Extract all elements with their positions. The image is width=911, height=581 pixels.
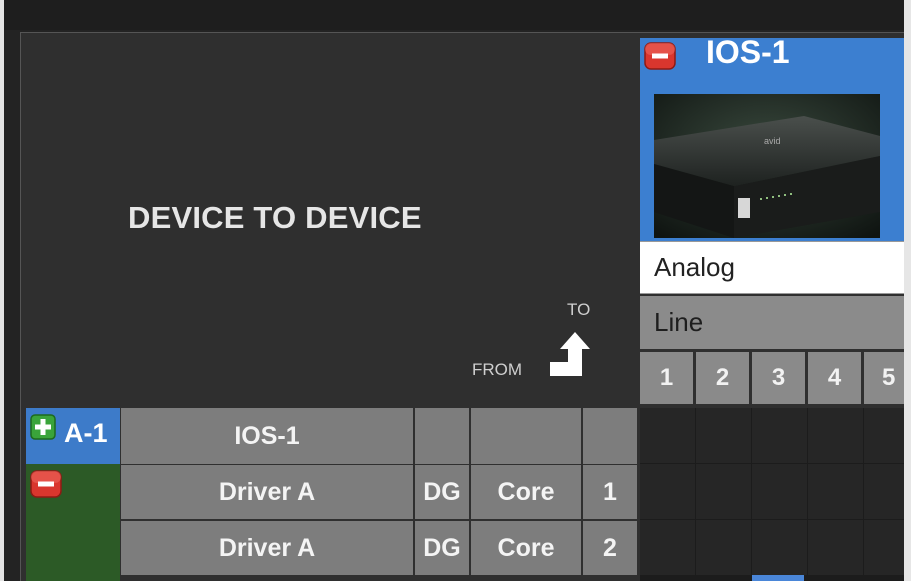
matrix-cell[interactable] [752, 464, 807, 519]
matrix-cell[interactable] [752, 520, 807, 575]
row-type: DG [415, 465, 469, 519]
remove-device-icon[interactable] [30, 470, 62, 498]
channel-header[interactable]: 4 [808, 352, 861, 404]
signal-label: Line [654, 307, 704, 337]
matrix-cell[interactable] [696, 520, 751, 575]
matrix-cell[interactable] [808, 464, 863, 519]
row-device-name[interactable]: Driver A [121, 521, 413, 575]
selected-channel-marker [752, 575, 804, 581]
page-title: DEVICE TO DEVICE [128, 200, 422, 235]
matrix-cell[interactable] [864, 464, 904, 519]
channel-header[interactable]: 1 [640, 352, 693, 404]
row-device-name[interactable]: Driver A [121, 465, 413, 519]
matrix-cell[interactable] [864, 408, 904, 463]
window-edge [904, 0, 911, 581]
from-to-arrow-icon [550, 332, 600, 380]
add-group-icon[interactable] [30, 414, 56, 440]
source-group-name: A-1 [64, 418, 108, 448]
channel-header[interactable]: 3 [752, 352, 805, 404]
row-number: 1 [583, 465, 637, 519]
source-class-cell [471, 408, 581, 464]
row-class: Core [471, 465, 581, 519]
remove-device-icon[interactable] [644, 42, 676, 70]
format-label: Analog [654, 252, 735, 282]
channel-header[interactable]: 5 [864, 352, 904, 404]
row-class: Core [471, 521, 581, 575]
matrix-cell[interactable] [640, 408, 695, 463]
matrix-cell[interactable] [808, 520, 863, 575]
row-number: 2 [583, 521, 637, 575]
row-type: DG [415, 521, 469, 575]
matrix-cell[interactable] [640, 520, 695, 575]
source-device-name[interactable]: IOS-1 [121, 408, 413, 464]
channel-header[interactable]: 2 [696, 352, 749, 404]
matrix-cell[interactable] [696, 408, 751, 463]
to-axis-label: TO [567, 300, 591, 319]
device-name: IOS-1 [706, 34, 790, 70]
device-image: avid [654, 94, 880, 238]
matrix-cell[interactable] [752, 408, 807, 463]
source-type-cell [415, 408, 469, 464]
source-number-cell [583, 408, 637, 464]
top-bar [4, 0, 911, 30]
matrix-cell[interactable] [808, 408, 863, 463]
matrix-cell[interactable] [864, 520, 904, 575]
svg-text:avid: avid [764, 136, 781, 146]
from-axis-label: FROM [472, 360, 523, 379]
matrix-cell[interactable] [640, 464, 695, 519]
matrix-cell[interactable] [696, 464, 751, 519]
